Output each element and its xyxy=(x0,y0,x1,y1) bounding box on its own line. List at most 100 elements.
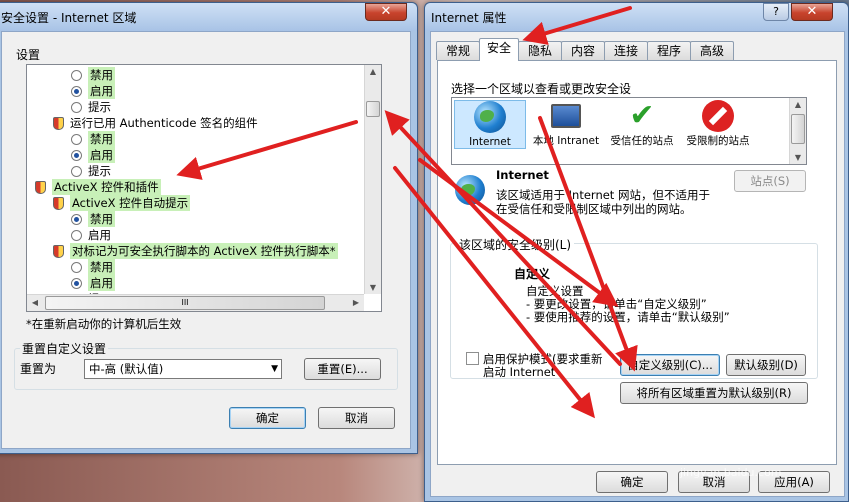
zone-label: Internet xyxy=(469,136,511,148)
radio-button[interactable] xyxy=(71,69,82,81)
tree-row-label: ActiveX 控件自动提示 xyxy=(70,195,191,211)
tree-row-label: 禁用 xyxy=(88,211,115,227)
watermark-suffix: 经验 xyxy=(771,436,824,466)
horizontal-scrollbar[interactable]: ◀ III ▶ xyxy=(27,294,364,311)
protected-mode-checkbox[interactable] xyxy=(466,352,479,365)
window-title: Internet 属性 xyxy=(431,11,507,25)
radio-button[interactable] xyxy=(71,101,82,113)
zone-label: 本地 Intranet xyxy=(532,135,600,147)
ok-button[interactable]: 确定 xyxy=(229,407,306,429)
radio-option[interactable]: 禁用 xyxy=(71,211,115,227)
tab-1[interactable]: 安全 xyxy=(479,38,519,61)
close-button[interactable]: ✕ xyxy=(365,3,407,21)
reset-to-label: 重置为 xyxy=(20,362,57,376)
zone-list[interactable]: Internet 本地 Intranet ✔ 受信任的站点 受限制的站点 ▲ ▼ xyxy=(451,97,807,165)
security-settings-titlebar[interactable]: 安全设置 - Internet 区域 ✕ xyxy=(0,3,417,31)
radio-button[interactable] xyxy=(71,261,82,273)
radio-option[interactable]: 禁用 xyxy=(71,131,115,147)
tree-row-label: 禁用 xyxy=(88,67,115,83)
radio-option[interactable]: 提示 xyxy=(71,99,111,115)
reset-level-value: 中-高 (默认值) xyxy=(89,362,164,376)
intranet-icon xyxy=(551,104,581,128)
settings-item[interactable]: 运行已用 Authenticode 签名的组件 xyxy=(53,115,258,131)
tree-row-label: 提示 xyxy=(88,100,111,114)
tree-row-label: ActiveX 控件和插件 xyxy=(52,179,161,195)
zone-item[interactable]: Internet xyxy=(454,100,526,149)
no-entry-icon xyxy=(702,100,734,132)
radio-button[interactable] xyxy=(71,165,82,177)
zone-item[interactable]: ✔ 受信任的站点 xyxy=(606,98,678,148)
tab-6[interactable]: 高级 xyxy=(690,41,734,60)
reset-group-label: 重置自定义设置 xyxy=(20,340,109,357)
radio-option[interactable]: 启用 xyxy=(71,83,115,99)
tree-row-label: 禁用 xyxy=(88,259,115,275)
checkmark-icon: ✔ xyxy=(629,98,655,133)
tree-row-label: 运行已用 Authenticode 签名的组件 xyxy=(70,116,258,130)
reset-all-zones-button[interactable]: 将所有区域重置为默认级别(R) xyxy=(620,382,808,404)
zone-label: 受限制的站点 xyxy=(686,135,750,147)
scroll-right-icon[interactable]: ▶ xyxy=(348,298,364,307)
hscroll-thumb[interactable]: III xyxy=(45,296,325,310)
custom-level-button[interactable]: 自定义级别(C)... xyxy=(620,354,720,376)
radio-option[interactable]: 提示 xyxy=(71,163,111,179)
settings-item[interactable]: 对标记为可安全执行脚本的 ActiveX 控件执行脚本* xyxy=(53,243,338,259)
scroll-up-icon[interactable]: ▲ xyxy=(365,67,381,76)
security-level-label: 该区域的安全级别(L) xyxy=(456,236,575,253)
zone-item[interactable]: 受限制的站点 xyxy=(682,100,754,147)
scroll-thumb[interactable] xyxy=(791,114,805,144)
tree-row-label: 启用 xyxy=(88,275,115,291)
reset-button[interactable]: 重置(E)... xyxy=(304,358,381,380)
radio-option[interactable]: 禁用 xyxy=(71,259,115,275)
tree-row-label: 对标记为可安全执行脚本的 ActiveX 控件执行脚本* xyxy=(70,243,338,259)
internet-zone-icon xyxy=(455,175,485,205)
shield-icon xyxy=(53,244,64,258)
settings-item[interactable]: ActiveX 控件自动提示 xyxy=(53,195,191,211)
close-button[interactable]: ✕ xyxy=(791,3,833,21)
scroll-thumb[interactable] xyxy=(366,101,380,117)
radio-button[interactable] xyxy=(71,85,82,97)
radio-button[interactable] xyxy=(71,277,82,289)
watermark-du: du xyxy=(718,432,762,467)
radio-button[interactable] xyxy=(71,213,82,225)
zone-title: Internet xyxy=(496,168,549,182)
cancel-button[interactable]: 取消 xyxy=(318,407,395,429)
scroll-down-icon[interactable]: ▼ xyxy=(790,153,806,162)
help-button[interactable]: ? xyxy=(763,3,789,21)
default-level-button[interactable]: 默认级别(D) xyxy=(726,354,806,376)
radio-button[interactable] xyxy=(71,229,82,241)
tree-row-label: 启用 xyxy=(88,83,115,99)
tab-2[interactable]: 隐私 xyxy=(518,41,562,60)
tab-0[interactable]: 常规 xyxy=(436,41,480,60)
settings-category[interactable]: ActiveX 控件和插件 xyxy=(35,179,161,195)
radio-option[interactable]: 启用 xyxy=(71,147,115,163)
settings-label: 设置 xyxy=(16,48,41,62)
tab-4[interactable]: 连接 xyxy=(604,41,648,60)
scroll-up-icon[interactable]: ▲ xyxy=(790,100,806,109)
hscroll-grip: III xyxy=(181,298,189,307)
tab-5[interactable]: 程序 xyxy=(647,41,691,60)
sites-button[interactable]: 站点(S) xyxy=(734,170,806,192)
scroll-left-icon[interactable]: ◀ xyxy=(27,298,43,307)
radio-button[interactable] xyxy=(71,149,82,161)
watermark-brand: Bai xyxy=(640,432,694,467)
internet-options-titlebar[interactable]: Internet 属性 ? ✕ xyxy=(425,3,848,31)
radio-button[interactable] xyxy=(71,133,82,145)
settings-tree[interactable]: 禁用 启用 提示 运行已用 Authenticode 签名的组件 禁用 启用 提示 Activ… xyxy=(26,64,382,312)
tree-row-label: 禁用 xyxy=(88,131,115,147)
reset-level-select[interactable]: 中-高 (默认值) ▼ xyxy=(84,359,282,379)
tree-row-label: 启用 xyxy=(88,228,111,242)
restart-note: *在重新启动你的计算机后生效 xyxy=(26,317,182,331)
window-title: 安全设置 - Internet 区域 xyxy=(1,11,137,25)
radio-option[interactable]: 禁用 xyxy=(71,67,115,83)
paw-icon: ❀ xyxy=(693,432,719,467)
zone-scrollbar[interactable]: ▲ ▼ xyxy=(789,98,806,164)
zone-item[interactable]: 本地 Intranet xyxy=(530,100,602,147)
tab-3[interactable]: 内容 xyxy=(561,41,605,60)
radio-option[interactable]: 启用 xyxy=(71,227,111,243)
radio-option[interactable]: 启用 xyxy=(71,275,115,291)
shield-icon xyxy=(53,116,64,130)
vertical-scrollbar[interactable]: ▲ ▼ xyxy=(364,65,381,294)
scroll-down-icon[interactable]: ▼ xyxy=(365,283,381,292)
zone-label: 受信任的站点 xyxy=(610,135,674,147)
ok-button[interactable]: 确定 xyxy=(596,471,668,493)
